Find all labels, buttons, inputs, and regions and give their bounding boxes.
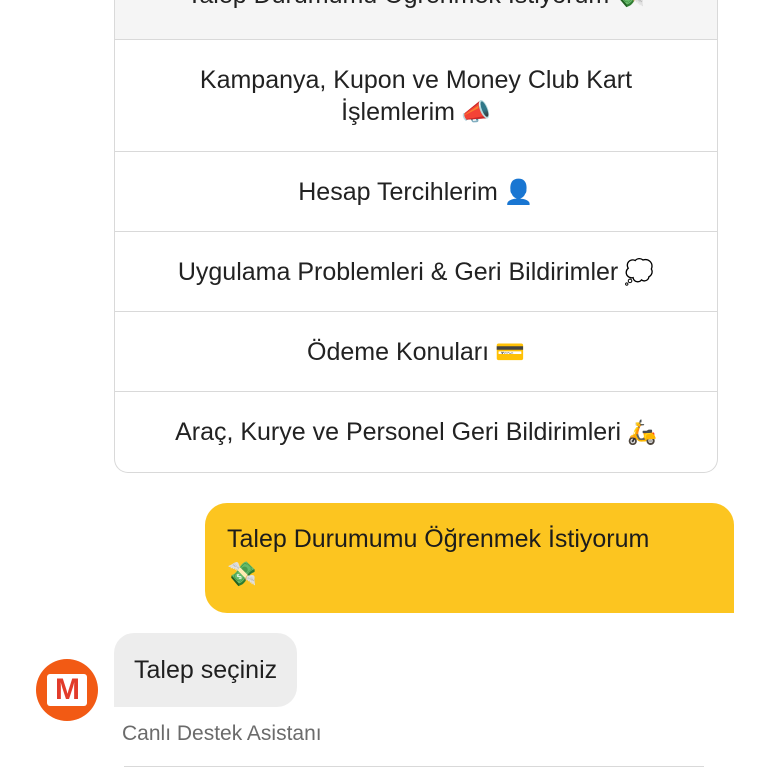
option-kampanya[interactable]: Kampanya, Kupon ve Money Club Kart İşlem… — [115, 40, 717, 152]
option-label: Uygulama Problemleri & Geri Bildirimler — [177, 257, 619, 286]
chat-screen: Talep Durumumu Öğrenmek İstiyorum 💸 Kampa… — [0, 0, 768, 768]
divider — [124, 766, 704, 767]
option-label: Hesap Tercihlerim — [298, 177, 498, 206]
megaphone-icon: 📣 — [461, 97, 491, 126]
money-wings-icon: 💸 — [227, 560, 257, 588]
user-message-text: Talep Durumumu Öğrenmek İstiyorum — [227, 525, 650, 553]
bot-avatar: M — [36, 659, 98, 721]
quick-reply-options: Talep Durumumu Öğrenmek İstiyorum 💸 Kampa… — [114, 0, 718, 473]
user-icon: 👤 — [503, 177, 534, 206]
sender-name: Canlı Destek Asistanı — [122, 722, 322, 745]
scooter-icon: 🛵 — [627, 418, 657, 446]
option-label: Araç, Kurye ve Personel Geri Bildirimler… — [175, 418, 622, 446]
option-uygulama-problemleri[interactable]: Uygulama Problemleri & Geri Bildirimler 💭 — [115, 232, 717, 312]
credit-card-icon: 💳 — [495, 337, 525, 366]
option-talep-durumu[interactable]: Talep Durumumu Öğrenmek İstiyorum 💸 — [115, 0, 717, 40]
option-odeme-konulari[interactable]: Ödeme Konuları 💳 — [115, 312, 717, 392]
option-label: Kampanya, Kupon ve Money Club Kart İşlem… — [199, 65, 633, 126]
thought-balloon-icon: 💭 — [624, 257, 655, 286]
migros-logo-icon: M — [47, 673, 87, 706]
bot-message-text: Talep seçiniz — [134, 655, 278, 684]
bot-message-bubble: Talep seçiniz — [114, 633, 298, 707]
money-wings-icon: 💸 — [615, 0, 645, 11]
user-message-bubble: Talep Durumumu Öğrenmek İstiyorum 💸 — [205, 503, 734, 613]
option-hesap-tercihleri[interactable]: Hesap Tercihlerim 👤 — [115, 152, 717, 232]
option-label: Talep Durumumu Öğrenmek İstiyorum — [187, 0, 609, 9]
option-label: Ödeme Konuları — [307, 337, 490, 366]
option-arac-kurye[interactable]: Araç, Kurye ve Personel Geri Bildirimler… — [115, 392, 717, 472]
